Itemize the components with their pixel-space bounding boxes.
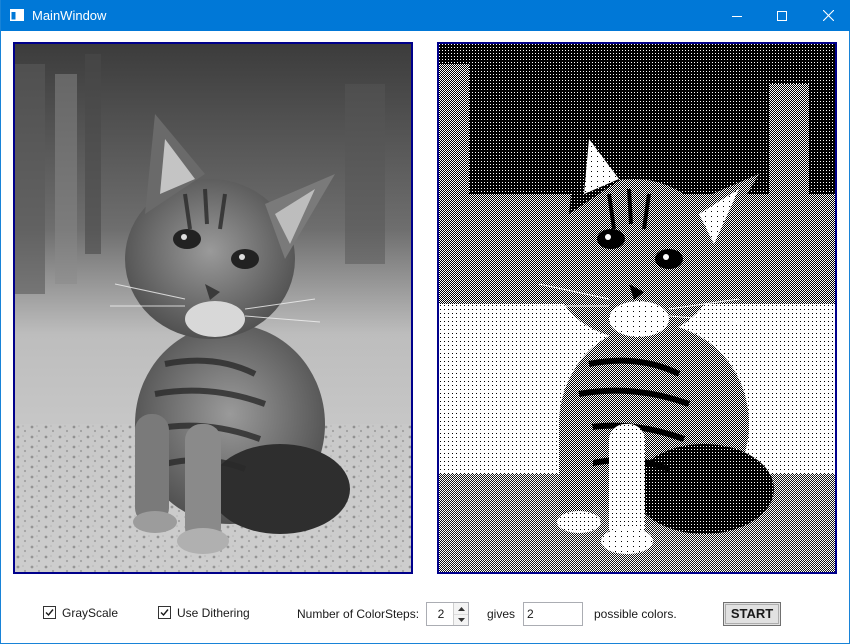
title-bar[interactable]: MainWindow bbox=[1, 0, 850, 31]
possible-colors-field[interactable]: 2 bbox=[523, 602, 583, 626]
chevron-down-icon bbox=[457, 617, 465, 622]
close-button[interactable] bbox=[805, 0, 850, 31]
original-image-panel bbox=[13, 42, 413, 574]
dithered-kitten-image bbox=[439, 44, 835, 572]
stepper-down-button[interactable] bbox=[454, 614, 468, 625]
minimize-button[interactable] bbox=[714, 0, 760, 31]
colorsteps-value[interactable]: 2 bbox=[427, 607, 455, 621]
checkmark-icon bbox=[45, 609, 54, 617]
dithering-checkbox[interactable] bbox=[158, 606, 171, 619]
app-window-icon bbox=[10, 9, 24, 21]
maximize-icon bbox=[777, 10, 787, 21]
checkmark-icon bbox=[160, 609, 169, 617]
dithering-label: Use Dithering bbox=[177, 606, 250, 620]
original-kitten-image bbox=[15, 44, 411, 572]
grayscale-checkbox[interactable] bbox=[43, 606, 56, 619]
minimize-icon bbox=[732, 15, 742, 17]
stepper-buttons bbox=[453, 603, 468, 625]
maximize-button[interactable] bbox=[759, 0, 805, 31]
colorsteps-label: Number of ColorSteps: bbox=[297, 607, 420, 621]
chevron-up-icon bbox=[457, 606, 465, 611]
controls-bar: GrayScale Use Dithering Number of ColorS… bbox=[1, 596, 850, 632]
close-icon bbox=[822, 10, 834, 21]
dithered-image-panel bbox=[437, 42, 837, 574]
start-button[interactable]: START bbox=[723, 602, 781, 626]
window-title: MainWindow bbox=[32, 8, 107, 23]
colorsteps-stepper[interactable]: 2 bbox=[426, 602, 469, 626]
main-window: MainWindow GrayScale Use Dithering Numbe… bbox=[0, 0, 850, 644]
gives-label: gives bbox=[487, 607, 516, 621]
possible-colors-label: possible colors. bbox=[594, 607, 677, 621]
grayscale-label: GrayScale bbox=[62, 606, 119, 620]
